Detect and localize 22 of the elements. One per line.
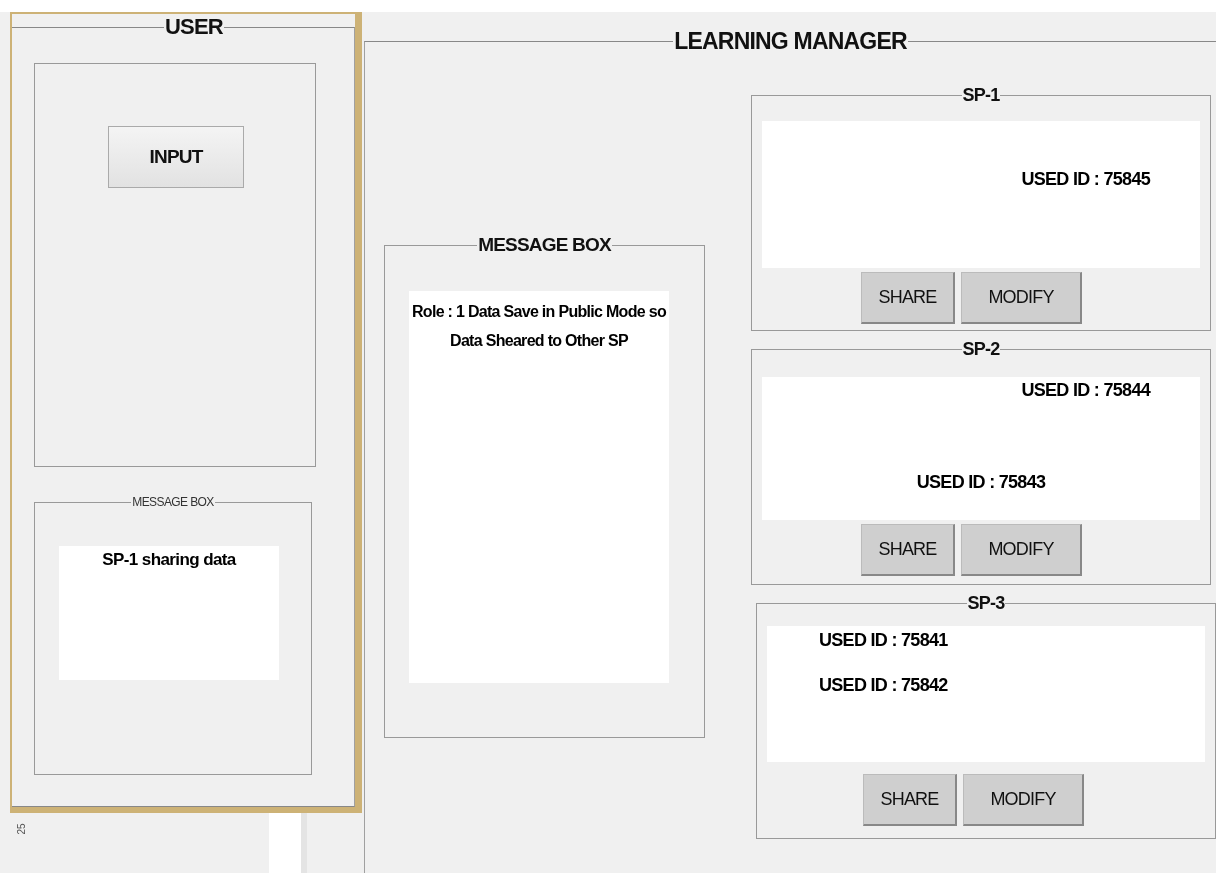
panel-title: SP-1 [961, 85, 1001, 106]
panel-title: USER [164, 14, 224, 40]
share-button[interactable]: SHARE [861, 524, 955, 576]
ruler-label: 25 [15, 823, 28, 835]
panel-title: MESSAGE BOX [131, 495, 215, 509]
user-id-text: USED ID : 75844 [1021, 380, 1150, 401]
input-button[interactable]: INPUT [108, 126, 244, 188]
share-button[interactable]: SHARE [863, 774, 957, 826]
panel-title: SP-3 [966, 593, 1006, 614]
message-text: SP-1 sharing data [59, 546, 279, 680]
modify-button[interactable]: MODIFY [961, 524, 1082, 576]
user-id-text: USED ID : 75845 [1021, 169, 1150, 190]
share-button[interactable]: SHARE [861, 272, 955, 324]
user-id-text: USED ID : 75842 [819, 675, 949, 696]
panel-title: MESSAGE BOX [477, 234, 612, 256]
modify-button[interactable]: MODIFY [963, 774, 1084, 826]
modify-button[interactable]: MODIFY [961, 272, 1082, 324]
user-id-text: USED ID : 75843 [916, 472, 1046, 493]
user-id-text: USED ID : 75841 [819, 630, 949, 651]
message-text: Role : 1 Data Save in Public Mode so Data Sheared to Other SP [409, 291, 669, 683]
panel-title: SP-2 [961, 339, 1001, 360]
panel-title: LEARNING MANAGER [673, 28, 908, 55]
